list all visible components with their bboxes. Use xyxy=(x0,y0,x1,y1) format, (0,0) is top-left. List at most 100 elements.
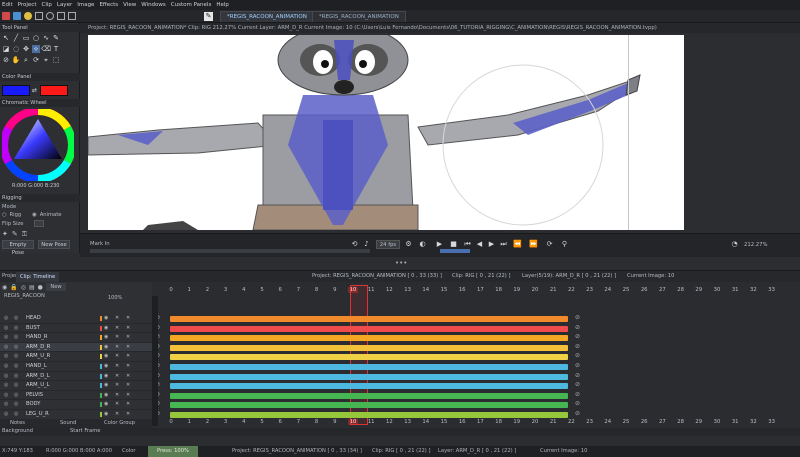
frame-number[interactable]: 1 xyxy=(184,287,194,293)
eyedropper-icon[interactable]: ⊘ xyxy=(2,56,10,64)
frame-number[interactable]: 32 xyxy=(748,419,758,425)
layer-toggle-icon[interactable]: ✕ xyxy=(126,334,130,340)
frame-number[interactable]: 2 xyxy=(202,419,212,425)
menu-image[interactable]: Image xyxy=(77,2,94,8)
stack-icon[interactable]: ▤ xyxy=(29,284,35,291)
layer-bar[interactable] xyxy=(170,335,568,342)
layer-light-table-icon[interactable]: ◎ xyxy=(14,373,18,379)
layer-row[interactable]: ◎ ◎ BUST ◉ ✕ ✕ xyxy=(0,324,152,334)
layer-eye-icon[interactable]: ◉ xyxy=(104,315,108,321)
layer-row[interactable]: ◎ ◎ PELVIS ◉ ✕ ✕ xyxy=(0,391,152,401)
empty-frame-icon[interactable]: ⊘ xyxy=(575,372,580,379)
frame-number[interactable]: 12 xyxy=(384,287,394,293)
new-layer-button[interactable]: New xyxy=(46,283,66,291)
frame-number[interactable]: 25 xyxy=(621,287,631,293)
secondary-color-swatch[interactable] xyxy=(40,85,68,96)
layer-toggle-icon[interactable]: ✕ xyxy=(126,344,130,350)
frame-number[interactable]: 27 xyxy=(657,419,667,425)
layer-bar[interactable] xyxy=(170,316,568,322)
frame-number[interactable]: 15 xyxy=(439,287,449,293)
layer-eye-icon[interactable]: ◉ xyxy=(104,401,108,407)
layer-visibility-icon[interactable]: ◎ xyxy=(4,325,8,331)
frame-number[interactable]: 24 xyxy=(603,419,613,425)
frame-number[interactable]: 8 xyxy=(312,287,322,293)
frame-number[interactable]: 6 xyxy=(275,287,285,293)
pin-playbar-icon[interactable]: ⚲ xyxy=(560,240,569,249)
loop-icon[interactable]: ⟲ xyxy=(350,240,359,249)
frame-number[interactable]: 0 xyxy=(166,287,176,293)
empty-frame-icon[interactable]: ⊘ xyxy=(575,391,580,398)
prev-frame-icon[interactable]: ◀ xyxy=(475,240,484,249)
ellipse-icon[interactable]: ○ xyxy=(32,34,40,42)
layer-row[interactable]: ◎ ◎ ARM_U_L ◉ ✕ ✕ xyxy=(0,381,152,391)
layer-eye-icon[interactable]: ◉ xyxy=(104,344,108,350)
layer-light-table-icon[interactable]: ◎ xyxy=(14,392,18,398)
frame-number[interactable]: 16 xyxy=(457,287,467,293)
tab-sound[interactable]: Sound xyxy=(60,420,76,426)
layer-row[interactable]: ◎ ◎ ARM_U_R ◉ ✕ ✕ xyxy=(0,352,152,362)
layer-eye-icon[interactable]: ◉ xyxy=(104,373,108,379)
layer-eye-icon[interactable]: ◉ xyxy=(104,334,108,340)
rectangle-icon[interactable]: ▭ xyxy=(22,34,30,42)
playbar-range[interactable] xyxy=(440,249,470,253)
fill-tool-icon[interactable]: ◪ xyxy=(2,45,10,53)
wrench-icon[interactable]: ✎ xyxy=(12,230,18,239)
draw-icon[interactable] xyxy=(2,12,10,20)
empty-frame-icon[interactable]: ⊘ xyxy=(575,362,580,369)
layer-toggle-icon[interactable]: ✕ xyxy=(115,392,119,398)
pen-icon[interactable]: ✎ xyxy=(52,34,60,42)
frame-number[interactable]: 19 xyxy=(512,287,522,293)
layer-eye-icon[interactable]: ◉ xyxy=(104,363,108,369)
color-wheel[interactable] xyxy=(2,109,74,181)
text-icon[interactable]: T xyxy=(52,45,60,53)
empty-frame-icon[interactable]: ⊘ xyxy=(575,314,580,321)
zoom-fit-icon[interactable]: ◔ xyxy=(730,240,739,249)
frame-number[interactable]: 1 xyxy=(184,419,194,425)
layer-eye-icon[interactable]: ◉ xyxy=(104,353,108,359)
frame-number[interactable]: 26 xyxy=(639,287,649,293)
layer-toggle-icon[interactable]: ✕ xyxy=(115,411,119,417)
layer-eye-icon[interactable]: ◉ xyxy=(104,392,108,398)
frame-number[interactable]: 22 xyxy=(566,419,576,425)
layer-light-table-icon[interactable]: ◎ xyxy=(14,382,18,388)
next-frame-icon[interactable]: ▶ xyxy=(487,240,496,249)
layer-light-table-icon[interactable]: ◎ xyxy=(14,334,18,340)
menu-edit[interactable]: Edit xyxy=(2,2,13,8)
frame-number[interactable]: 17 xyxy=(475,419,485,425)
menu-project[interactable]: Project xyxy=(18,2,37,8)
layer-light-table-icon[interactable]: ◎ xyxy=(14,344,18,350)
frame-number[interactable]: 26 xyxy=(639,419,649,425)
frame-number[interactable]: 31 xyxy=(730,419,740,425)
frame-number[interactable]: 15 xyxy=(439,419,449,425)
frame-number[interactable]: 24 xyxy=(603,287,613,293)
layer-toggle-icon[interactable]: ✕ xyxy=(115,334,119,340)
frame-number[interactable]: 21 xyxy=(548,287,558,293)
frame-number[interactable]: 2 xyxy=(202,287,212,293)
frame-number[interactable]: 12 xyxy=(384,419,394,425)
frame-number[interactable]: 29 xyxy=(694,419,704,425)
bone-icon[interactable]: ✦ xyxy=(2,230,8,239)
layer-row[interactable]: ◎ ◎ BODY ◉ ✕ ✕ xyxy=(0,400,152,410)
frame-number[interactable]: 14 xyxy=(421,419,431,425)
key-icon[interactable]: ⚿ xyxy=(22,230,27,239)
layer-bar[interactable] xyxy=(170,392,568,399)
tab-clip-timeline[interactable]: Clip: Timeline xyxy=(16,272,60,282)
layer-row[interactable]: ◎ ◎ HAND_R ◉ ✕ ✕ xyxy=(0,333,152,343)
layer-toggle-icon[interactable]: ✕ xyxy=(126,382,130,388)
frame-number[interactable]: 4 xyxy=(239,287,249,293)
frame-number[interactable]: 6 xyxy=(275,419,285,425)
layer-eye-icon[interactable]: ◉ xyxy=(104,411,108,417)
layer-visibility-icon[interactable]: ◎ xyxy=(4,363,8,369)
frame-number[interactable]: 20 xyxy=(530,287,540,293)
layer-light-table-icon[interactable]: ◎ xyxy=(14,411,18,417)
layer-eye-icon[interactable]: ◉ xyxy=(104,325,108,331)
brush-icon[interactable]: ↖ xyxy=(2,34,10,42)
frame-number[interactable]: 23 xyxy=(585,419,595,425)
settings-icon[interactable]: ⚙ xyxy=(404,240,413,249)
layer-bar[interactable] xyxy=(170,364,568,370)
layer-bar[interactable] xyxy=(170,383,568,390)
spline-icon[interactable]: ∿ xyxy=(42,34,50,42)
empty-pose-button[interactable]: Empty Pose xyxy=(2,240,34,256)
frame-number[interactable]: 27 xyxy=(657,287,667,293)
layer-light-table-icon[interactable]: ◎ xyxy=(14,353,18,359)
